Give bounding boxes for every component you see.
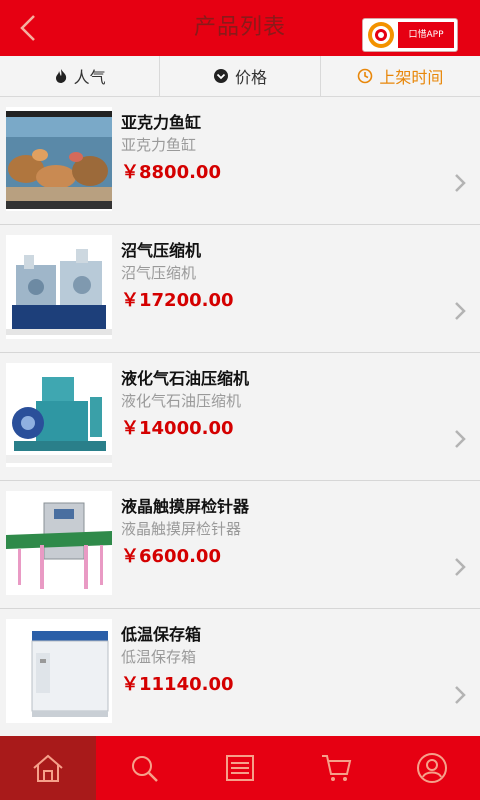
product-name: 低温保存箱 [121,625,202,644]
product-subtitle: 液晶触摸屏检针器 [121,520,242,538]
sort-tab-label: 人气 [73,68,106,87]
product-image-aquarium [6,107,112,211]
sort-tab-popularity[interactable]: 人气 [0,56,161,96]
sort-tab-label: 上架时间 [379,68,444,87]
tab-search[interactable] [96,736,192,800]
product-name: 液化气石油压缩机 [121,369,250,388]
list-icon [226,755,254,781]
product-price: ￥17200.00 [121,290,234,311]
app-badge-text: 口惜APP [398,22,454,48]
product-item[interactable]: 液化气石油压缩机 液化气石油压缩机 ￥14000.00 [0,353,480,481]
clock-icon [358,68,373,84]
sort-tab-listing-time[interactable]: 上架时间 [321,56,480,96]
tab-list[interactable] [192,736,288,800]
product-subtitle: 低温保存箱 [121,648,197,666]
product-price: ￥8800.00 [121,162,221,183]
product-name: 液晶触摸屏检针器 [121,497,250,516]
user-icon [417,753,447,783]
product-subtitle: 亚克力鱼缸 [121,136,197,154]
product-item[interactable]: 液晶触摸屏检针器 液晶触摸屏检针器 ￥6600.00 [0,481,480,609]
home-icon [33,754,63,782]
tab-cart[interactable] [288,736,384,800]
tab-home[interactable] [0,736,96,800]
product-item[interactable]: 亚克力鱼缸 亚克力鱼缸 ￥8800.00 [0,97,480,225]
product-item[interactable]: 低温保存箱 低温保存箱 ￥11140.00 [0,609,480,737]
cart-icon [322,755,352,781]
chevron-down-circle-icon [213,69,228,83]
app-download-badge[interactable]: 口惜APP [362,18,458,52]
sort-tab-price[interactable]: 价格 [160,56,321,96]
product-subtitle: 液化气石油压缩机 [121,392,242,410]
bottom-tab-bar [0,736,480,800]
chevron-right-icon [455,302,466,320]
chevron-right-icon [455,686,466,704]
product-image-biogas-compressor [6,235,112,339]
product-image-needle-detector [6,491,112,595]
chevron-right-icon [455,558,466,576]
sort-tab-label: 价格 [234,68,267,87]
product-name: 亚克力鱼缸 [121,113,202,132]
product-price: ￥14000.00 [121,418,234,439]
product-image-freezer [6,619,112,723]
product-subtitle: 沼气压缩机 [121,264,197,282]
product-price: ￥6600.00 [121,546,221,567]
product-name: 沼气压缩机 [121,241,202,260]
flame-icon [55,69,66,83]
product-list: 亚克力鱼缸 亚克力鱼缸 ￥8800.00 沼气压缩机 沼气压缩机 ￥17200.… [0,97,480,737]
chevron-right-icon [455,430,466,448]
search-icon [132,756,158,782]
tab-user[interactable] [384,736,480,800]
chevron-right-icon [455,174,466,192]
product-item[interactable]: 沼气压缩机 沼气压缩机 ￥17200.00 [0,225,480,353]
header: 产品列表 口惜APP [0,0,480,56]
product-image-lpg-compressor [6,363,112,467]
sort-bar: 人气 价格 上架时间 [0,56,480,97]
product-price: ￥11140.00 [121,674,234,695]
app-logo-icon [368,22,394,48]
